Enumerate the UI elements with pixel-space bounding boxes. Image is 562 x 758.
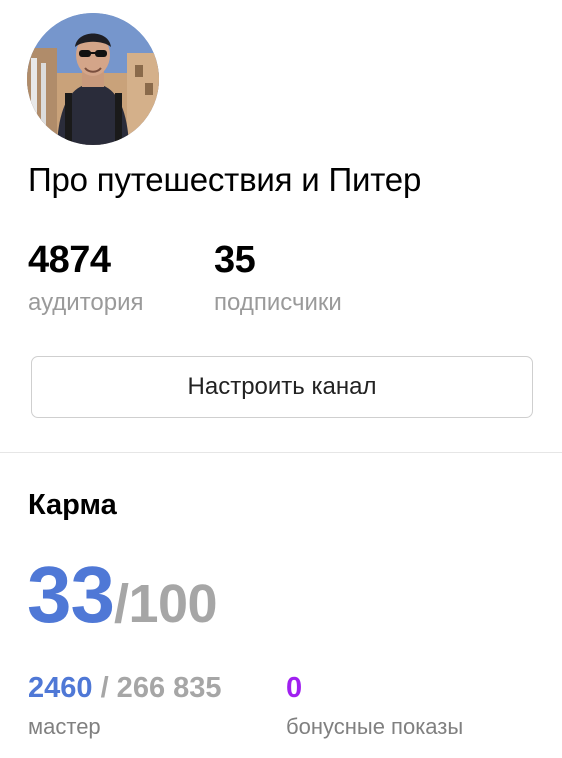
karma-max: /100 [113,574,218,634]
user-avatar-photo-icon [27,13,159,145]
bonus-impressions-label: бонусные показы [286,714,464,739]
karma-score: 33/100 [27,545,218,668]
karma-heading: Карма [28,489,117,521]
master-progress: 2460 / 266 835 [28,670,222,706]
subscribers-count: 35 [214,239,256,281]
bonus-impressions-value: 0 [286,672,303,704]
master-current-value: 2460 [28,672,93,704]
configure-channel-button[interactable]: Настроить канал [31,356,533,418]
channel-title: Про путешествия и Питер [28,161,422,198]
section-divider [0,452,562,453]
master-target-value: / 266 835 [92,672,222,704]
karma-value: 33 [27,550,115,639]
master-label: мастер [28,714,101,739]
audience-label: аудитория [28,289,144,316]
configure-channel-button-label: Настроить канал [187,373,377,400]
channel-avatar[interactable] [27,13,159,145]
subscribers-label: подписчики [214,289,342,316]
audience-count: 4874 [28,239,111,281]
